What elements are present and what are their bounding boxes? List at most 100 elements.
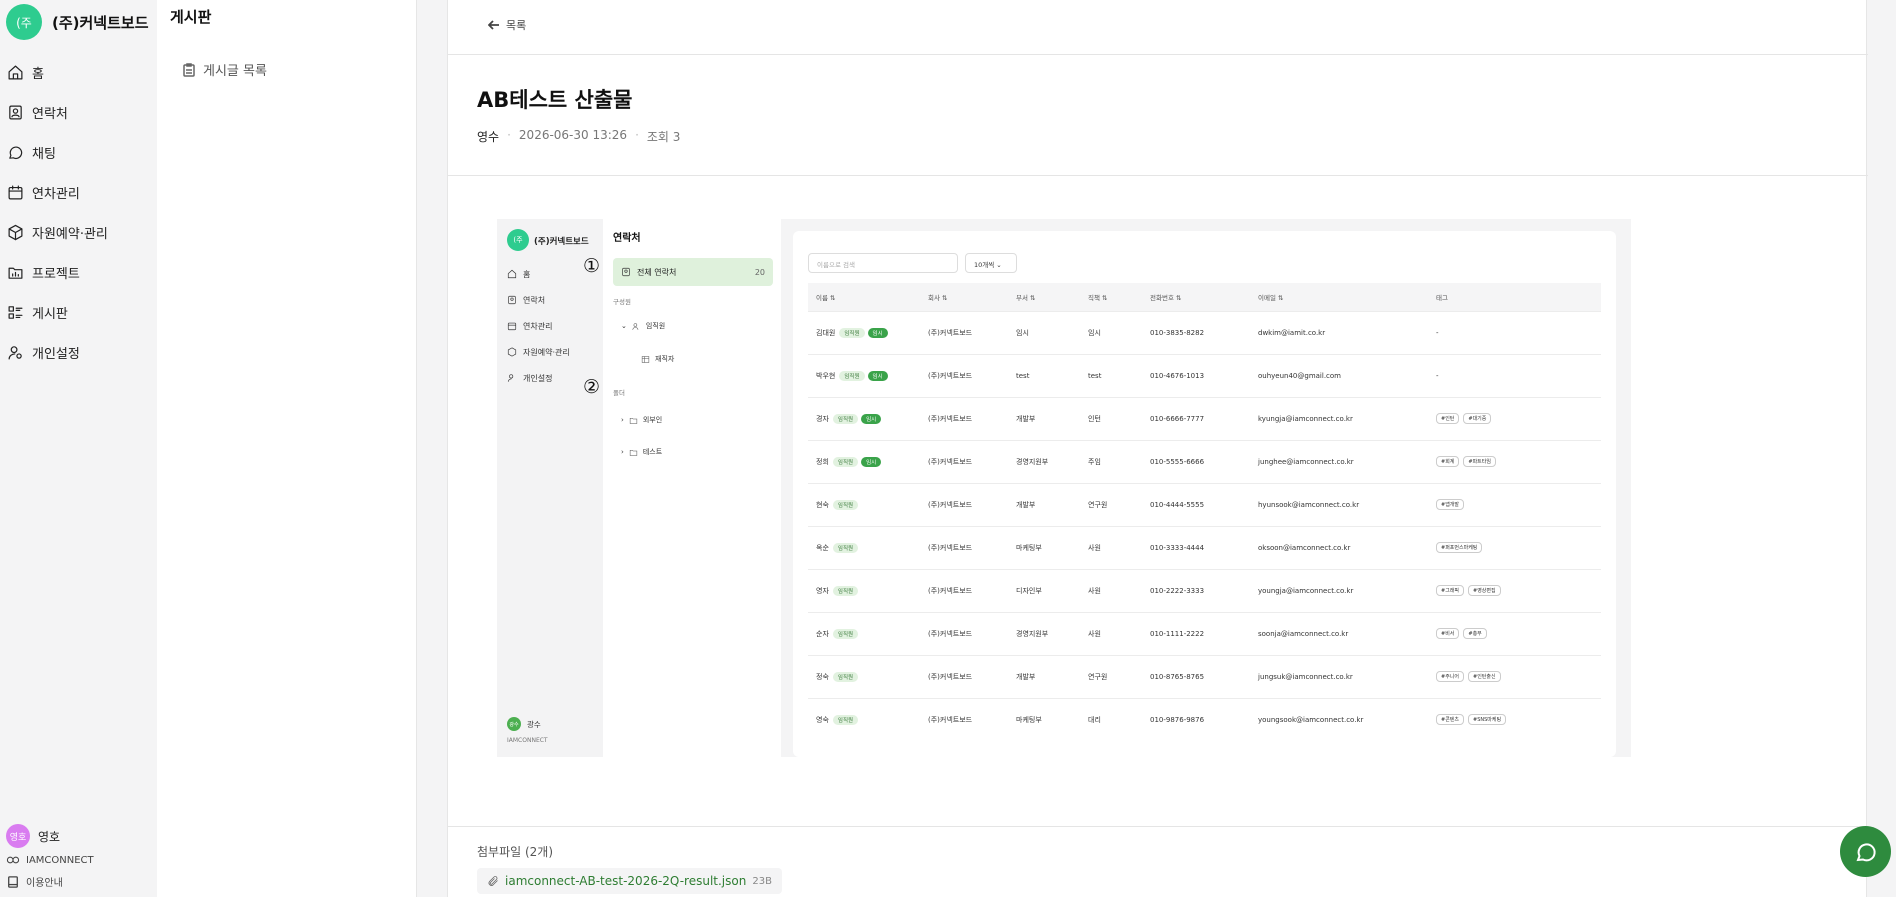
table-header-cell: 직책 ⇅	[1080, 283, 1142, 311]
badge-employee: 임직원	[839, 327, 865, 338]
image-logo: (주	[507, 229, 529, 251]
badge-employee: 임직원	[832, 671, 859, 682]
table-header-cell: 태그	[1428, 283, 1601, 311]
contact-icon	[9, 105, 22, 119]
cell-email: junghee@iamconnect.co.kr	[1250, 439, 1428, 483]
cell-tags: #그래픽 #영상편집	[1428, 568, 1601, 612]
table-header-cell: 회사 ⇅	[920, 283, 1008, 311]
tag: #대기중	[1463, 413, 1492, 424]
meta-separator: ·	[507, 128, 511, 142]
post-list-link[interactable]: 게시글 목록	[183, 60, 267, 79]
cell-email: jungsuk@iamconnect.co.kr	[1250, 654, 1428, 698]
help-link[interactable]: 이용안내	[6, 874, 63, 889]
image-tree-label: 테스트	[642, 448, 663, 456]
cell-title: 임시	[1080, 310, 1142, 354]
user-settings-icon	[8, 345, 22, 359]
cell-dept: 임시	[1008, 310, 1080, 354]
table-row: 현숙 임직원 (주)커넥트보드 개발부 연구원 010-4444-5555 hyunsook…	[808, 482, 1601, 526]
image-nav-label: 연락처	[523, 295, 546, 305]
post-list-label: 게시글 목록	[203, 64, 267, 79]
image-tree-retired: 재직자	[641, 354, 674, 364]
contact-name: 정숙	[816, 672, 829, 681]
cell-company: (주)커넥트보드	[920, 310, 1008, 354]
attachment-file[interactable]: iamconnect-AB-test-2026-2Q-result.json 2…	[477, 868, 782, 894]
image-user: 광수 광수	[507, 717, 541, 731]
cell-phone: 010-9876-9876	[1142, 697, 1250, 741]
contact-icon	[622, 267, 630, 277]
board-icon	[8, 305, 23, 319]
cell-phone: 010-8765-8765	[1142, 654, 1250, 698]
cell-title: test	[1080, 353, 1142, 397]
nav-item-settings[interactable]: 개인설정	[0, 332, 157, 372]
cell-title: 연구원	[1080, 654, 1142, 698]
image-contact-sidebar: 연락처 전체 연락처 20 구성원 ⌄ 임직원 재직자 폴더 › 외부인 › 테…	[603, 219, 781, 757]
cell-company: (주)커넥트보드	[920, 611, 1008, 655]
tag: #그래픽	[1436, 585, 1464, 596]
annotation-marker-1: ①	[583, 255, 601, 277]
nav-item-project[interactable]: 프로젝트	[0, 252, 157, 292]
cell-tags: #회계 #파트타임	[1428, 439, 1601, 483]
help-label: 이용안내	[26, 878, 63, 889]
image-nav-item: 개인설정	[507, 365, 570, 391]
brand[interactable]: (주 (주)커넥트보드	[6, 4, 149, 40]
cell-tags: -	[1428, 353, 1601, 397]
cell-title: 대리	[1080, 697, 1142, 741]
image-nav-item: 홈	[507, 261, 570, 287]
cell-name: 박우현 임직원 임시	[808, 353, 920, 397]
cell-title: 사원	[1080, 568, 1142, 612]
image-nav: 홈 연락처 연차관리 자원예약·관리 개인설정	[507, 261, 570, 391]
cell-dept: 마케팅부	[1008, 697, 1080, 741]
tag-empty: -	[1436, 328, 1439, 337]
image-nav-label: 자원예약·관리	[523, 347, 570, 357]
image-tree-label: 재직자	[655, 355, 675, 363]
cell-dept: test	[1008, 353, 1080, 397]
cell-title: 인턴	[1080, 396, 1142, 440]
cell-company: (주)커넥트보드	[920, 396, 1008, 440]
tag: #총무	[1463, 628, 1487, 639]
divider	[448, 175, 1868, 176]
nav-item-label: 홈	[32, 66, 44, 82]
cell-name: 영자 임직원	[808, 568, 920, 612]
nav-item-contacts[interactable]: 연락처	[0, 92, 157, 132]
badge-employee: 임직원	[832, 456, 859, 467]
table-row: 영자 임직원 (주)커넥트보드 디자인부 사원 010-2222-3333 youngja@…	[808, 568, 1601, 612]
cell-dept: 디자인부	[1008, 568, 1080, 612]
users-icon	[632, 322, 639, 330]
nav-item-board[interactable]: 게시판	[0, 292, 157, 332]
divider	[448, 826, 1868, 827]
cell-tags: #콘텐츠 #SNS마케팅	[1428, 697, 1601, 741]
cell-name: 정숙 임직원	[808, 654, 920, 698]
nav-item-resources[interactable]: 자원예약·관리	[0, 212, 157, 252]
cell-tags: #앱개발	[1428, 482, 1601, 526]
nav-item-chat[interactable]: 채팅	[0, 132, 157, 172]
arrow-left-icon	[488, 20, 499, 30]
chat-bubble-icon	[1855, 842, 1876, 861]
table-header-row: 이름 ⇅ 회사 ⇅ 부서 ⇅ 직책 ⇅ 전화번호 ⇅ 이메일 ⇅ 태그	[808, 283, 1601, 311]
cell-email: youngsook@iamconnect.co.kr	[1250, 697, 1428, 741]
table-row: 정숙 임직원 (주)커넥트보드 개발부 연구원 010-8765-8765 jungsuk@…	[808, 654, 1601, 698]
image-nav-item: 자원예약·관리	[507, 339, 570, 365]
table-row: 박우현 임직원 임시 (주)커넥트보드 test test 010-4676-1013 ouh…	[808, 353, 1601, 397]
calendar-icon	[507, 322, 517, 331]
chat-fab-button[interactable]	[1840, 826, 1891, 877]
cell-company: (주)커넥트보드	[920, 697, 1008, 741]
cell-phone: 010-4676-1013	[1142, 353, 1250, 397]
table-row: 경자 임직원 임시 (주)커넥트보드 개발부 인턴 010-6666-7777 kyungja…	[808, 396, 1601, 440]
cell-tags: #비서 #총무	[1428, 611, 1601, 655]
box-icon	[507, 347, 517, 357]
image-nav-label: 연차관리	[523, 321, 553, 331]
nav-item-leave[interactable]: 연차관리	[0, 172, 157, 212]
cell-dept: 개발부	[1008, 396, 1080, 440]
nav-item-label: 개인설정	[32, 346, 80, 362]
back-to-list-button[interactable]: 목록	[488, 17, 526, 33]
nav-item-home[interactable]: 홈	[0, 52, 157, 92]
image-user-name: 광수	[527, 719, 541, 729]
cell-name: 김대원 임직원 임시	[808, 310, 920, 354]
current-user[interactable]: 영호 영호	[6, 824, 60, 848]
annotation-marker-2: ②	[583, 376, 601, 398]
image-folder-label: 폴더	[613, 389, 625, 397]
image-brand: (주)커넥트보드	[534, 237, 589, 247]
table-header-cell: 이메일 ⇅	[1250, 283, 1428, 311]
meta-separator: ·	[635, 128, 639, 142]
home-icon	[507, 269, 517, 279]
